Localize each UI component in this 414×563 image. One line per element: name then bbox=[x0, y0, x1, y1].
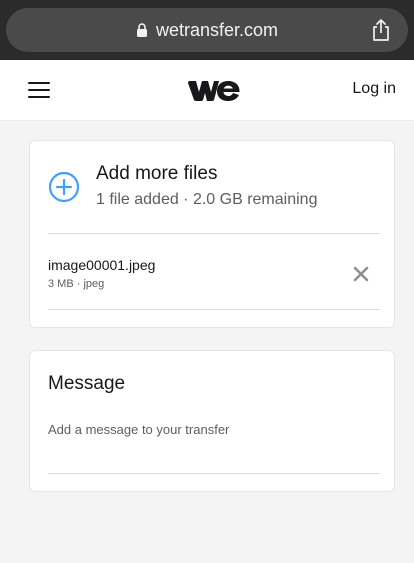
add-files-label: Add more files bbox=[96, 163, 218, 184]
file-meta: 3 MB · jpeg bbox=[48, 278, 105, 290]
message-input[interactable] bbox=[48, 417, 380, 441]
file-name: image00001.jpeg bbox=[48, 257, 156, 273]
app-header: Log in bbox=[0, 60, 414, 121]
lock-icon bbox=[136, 22, 147, 37]
divider bbox=[48, 233, 380, 234]
message-card: Message bbox=[29, 350, 395, 492]
message-title: Message bbox=[48, 373, 126, 394]
login-link[interactable]: Log in bbox=[352, 80, 396, 98]
address-bar[interactable]: wetransfer.com bbox=[6, 8, 408, 52]
browser-bar: wetransfer.com bbox=[0, 0, 414, 60]
close-icon[interactable] bbox=[352, 265, 370, 283]
add-files-button[interactable]: Add more files 1 file added · 2.0 GB rem… bbox=[48, 163, 378, 213]
plus-circle-icon[interactable] bbox=[48, 171, 80, 203]
share-icon[interactable] bbox=[370, 18, 392, 42]
url-display[interactable]: wetransfer.com bbox=[6, 8, 408, 52]
upload-status: 1 file added · 2.0 GB remaining bbox=[96, 191, 318, 208]
hamburger-icon[interactable] bbox=[28, 82, 50, 98]
upload-card: Add more files 1 file added · 2.0 GB rem… bbox=[29, 140, 395, 328]
message-underline bbox=[48, 473, 380, 474]
wetransfer-logo[interactable] bbox=[188, 79, 240, 103]
file-list-item: image00001.jpeg 3 MB · jpeg bbox=[48, 257, 380, 297]
divider bbox=[48, 309, 380, 310]
url-text: wetransfer.com bbox=[155, 19, 279, 40]
